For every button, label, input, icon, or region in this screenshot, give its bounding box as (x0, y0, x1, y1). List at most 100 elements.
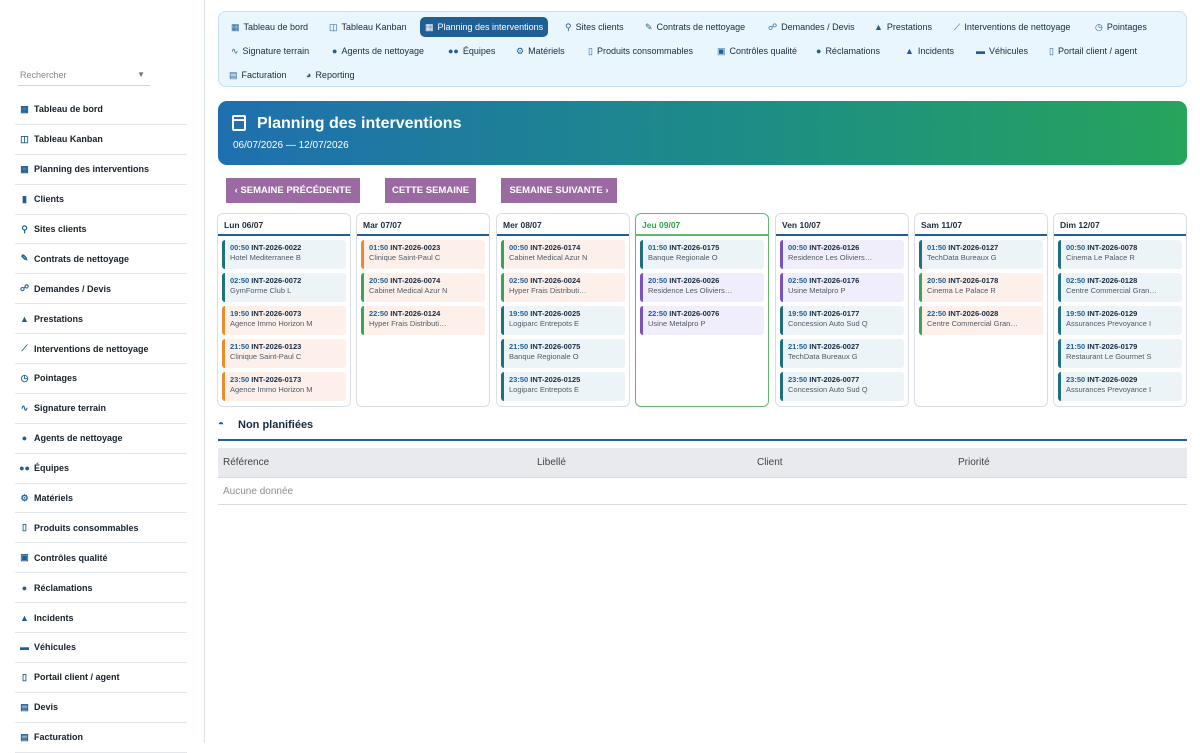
nav-item-label: Pointages (1106, 22, 1147, 32)
nav-item[interactable]: ▬ Véhicules (971, 41, 1033, 61)
sidebar-item[interactable]: ∿ Signature terrain (15, 394, 187, 424)
sidebar-item[interactable]: ▣ Contrôles qualité (15, 543, 187, 574)
card-line-main: 02:50 INT-2026-0072 (230, 276, 341, 286)
intervention-time: 02:50 (788, 276, 808, 285)
nav-item[interactable]: ⚲ Sites clients (560, 17, 629, 37)
intervention-card[interactable]: 21:50 INT-2026-0075 Banque Regionale O (501, 339, 625, 368)
sidebar-item[interactable]: ● Réclamations (15, 573, 187, 604)
nav-item[interactable]: ◫ Tableau Kanban (324, 17, 412, 37)
intervention-card[interactable]: 22:50 INT-2026-0028 Centre Commercial Gra… (919, 306, 1043, 335)
intervention-card[interactable]: 22:50 INT-2026-0124 Hyper Frais Distribut… (361, 306, 485, 335)
intervention-card[interactable]: 20:50 INT-2026-0074 Cabinet Medical Azur … (361, 273, 485, 302)
intervention-time: 00:50 (1066, 243, 1086, 252)
intervention-card[interactable]: 19:50 INT-2026-0025 Logiparc Entrepots E (501, 306, 625, 335)
intervention-card[interactable]: 00:50 INT-2026-0078 Cinema Le Palace R (1058, 240, 1182, 269)
intervention-card[interactable]: 01:50 INT-2026-0023 Clinique Saint-Paul C (361, 240, 485, 269)
sidebar-item[interactable]: ▤ Facturation (15, 723, 187, 753)
column-header-priority[interactable]: Priorité (958, 457, 990, 468)
intervention-card[interactable]: 00:50 INT-2026-0126 Residence Les Olivier… (780, 240, 904, 269)
next-week-button[interactable]: SEMAINE SUIVANTE › (501, 178, 617, 203)
intervention-card[interactable]: 02:50 INT-2026-0072 GymForme Club L (222, 273, 346, 302)
nav-item[interactable]: ▦ Tableau de bord (226, 17, 313, 37)
intervention-card[interactable]: 21:50 INT-2026-0123 Clinique Saint-Paul C (222, 339, 346, 368)
search-select[interactable]: Rechercher ▼ (18, 66, 150, 86)
sidebar-item[interactable]: ▬ Véhicules (15, 633, 187, 663)
intervention-time: 21:50 (788, 342, 808, 351)
nav-item[interactable]: ▲ Prestations (869, 17, 937, 37)
intervention-card[interactable]: 19:50 INT-2026-0129 Assurances Prevoyance… (1058, 306, 1182, 335)
spray-icon: ▯ (22, 522, 27, 533)
nav-item[interactable]: ▯ Portail client / agent (1044, 41, 1142, 61)
nav-item[interactable]: ☍ Demandes / Devis (763, 17, 860, 37)
nav-item[interactable]: ▲ Incidents (900, 41, 959, 61)
intervention-card[interactable]: 23:50 INT-2026-0077 Concession Auto Sud Q (780, 372, 904, 401)
intervention-time: 20:50 (369, 276, 389, 285)
current-week-button[interactable]: CETTE SEMAINE (385, 178, 476, 203)
intervention-card[interactable]: 20:50 INT-2026-0178 Cinema Le Palace R (919, 273, 1043, 302)
sidebar-item[interactable]: ◫ Tableau Kanban (15, 125, 187, 155)
intervention-reference: INT-2026-0072 (251, 276, 302, 285)
nav-item[interactable]: ● Agents de nettoyage (327, 41, 429, 61)
sidebar-item[interactable]: ●● Équipes (15, 454, 187, 484)
sidebar-item-label: Pointages (34, 373, 78, 384)
intervention-card[interactable]: 00:50 INT-2026-0022 Hotel Mediterranee B (222, 240, 346, 269)
sidebar-item[interactable]: ⚙ Matériels (15, 484, 187, 514)
intervention-card[interactable]: 23:50 INT-2026-0029 Assurances Prevoyance… (1058, 372, 1182, 401)
intervention-card[interactable]: 20:50 INT-2026-0026 Residence Les Olivier… (640, 273, 764, 302)
intervention-card[interactable]: 01:50 INT-2026-0127 TechData Bureaux G (919, 240, 1043, 269)
nav-item[interactable]: ⟋ Interventions de nettoyage (949, 17, 1075, 37)
intervention-card[interactable]: 23:50 INT-2026-0173 Agence Immo Horizon M (222, 372, 346, 401)
intervention-time: 00:50 (230, 243, 250, 252)
nav-item[interactable]: ⚙ Matériels (511, 41, 570, 61)
sidebar-item[interactable]: ▲ Prestations (15, 304, 187, 335)
column-header-client[interactable]: Client (757, 457, 783, 468)
sidebar-item[interactable]: ▯ Portail client / agent (15, 663, 187, 693)
nav-item[interactable]: ●● Équipes (443, 41, 500, 61)
nav-item[interactable]: ✎ Contrats de nettoyage (640, 17, 750, 37)
nav-item[interactable]: ● Réclamations (811, 41, 885, 61)
nav-item[interactable]: ◷ Pointages (1090, 17, 1152, 37)
nav-item[interactable]: ▦ Planning des interventions (420, 17, 549, 37)
card-line-main: 23:50 INT-2026-0077 (788, 375, 899, 385)
sidebar-item[interactable]: ▦ Tableau de bord (15, 95, 187, 125)
sidebar-item[interactable]: ▤ Devis (15, 693, 187, 723)
sidebar-item[interactable]: ▯ Produits consommables (15, 513, 187, 544)
previous-week-button[interactable]: ‹ SEMAINE PRÉCÉDENTE (226, 178, 360, 203)
intervention-card[interactable]: 22:50 INT-2026-0076 Usine Metalpro P (640, 306, 764, 335)
sidebar-item[interactable]: ◷ Pointages (15, 364, 187, 394)
sidebar-item[interactable]: ☍ Demandes / Devis (15, 274, 187, 305)
sidebar-item[interactable]: ⚲ Sites clients (15, 215, 187, 245)
column-header-label[interactable]: Libellé (537, 457, 566, 468)
intervention-time: 01:50 (927, 243, 947, 252)
intervention-card[interactable]: 23:50 INT-2026-0125 Logiparc Entrepots E (501, 372, 625, 401)
sidebar-item[interactable]: ▮ Clients (15, 185, 187, 215)
intervention-card[interactable]: 21:50 INT-2026-0027 TechData Bureaux G (780, 339, 904, 368)
day-header: Mar 07/07 (357, 214, 489, 236)
sidebar-item[interactable]: ⟋ Interventions de nettoyage (15, 334, 187, 365)
nav-item[interactable]: ∿ Signature terrain (226, 41, 314, 61)
intervention-card[interactable]: 00:50 INT-2026-0174 Cabinet Medical Azur … (501, 240, 625, 269)
intervention-card[interactable]: 02:50 INT-2026-0128 Centre Commercial Gra… (1058, 273, 1182, 302)
nav-item[interactable]: ▯ Produits consommables (583, 41, 698, 61)
sidebar-item-label: Tableau Kanban (34, 134, 103, 145)
intervention-time: 20:50 (927, 276, 947, 285)
card-line-main: 21:50 INT-2026-0123 (230, 342, 341, 352)
intervention-client: Logiparc Entrepots E (509, 319, 580, 328)
column-header-reference[interactable]: Référence (223, 457, 269, 468)
sidebar-item[interactable]: ▲ Incidents (15, 603, 187, 634)
sidebar-item[interactable]: ● Agents de nettoyage (15, 424, 187, 454)
nav-item[interactable]: ◕ Reporting (301, 65, 359, 85)
nav-item[interactable]: ▤ Facturation (224, 65, 292, 85)
intervention-card[interactable]: 19:50 INT-2026-0177 Concession Auto Sud Q (780, 306, 904, 335)
intervention-card[interactable]: 02:50 INT-2026-0176 Usine Metalpro P (780, 273, 904, 302)
intervention-card[interactable]: 01:50 INT-2026-0175 Banque Regionale O (640, 240, 764, 269)
date-range: 06/07/2026 — 12/07/2026 (233, 140, 349, 151)
intervention-card[interactable]: 19:50 INT-2026-0073 Agence Immo Horizon M (222, 306, 346, 335)
nav-item[interactable]: ▣ Contrôles qualité (712, 41, 802, 61)
sidebar-item[interactable]: ▦ Planning des interventions (15, 155, 187, 185)
intervention-card[interactable]: 02:50 INT-2026-0024 Hyper Frais Distribut… (501, 273, 625, 302)
sidebar-item[interactable]: ✎ Contrats de nettoyage (15, 244, 187, 275)
day-column: Mer 08/07 00:50 INT-2026-0174 Cabinet Medi… (496, 213, 630, 407)
intervention-client: Centre Commercial Gran… (927, 319, 1018, 328)
intervention-card[interactable]: 21:50 INT-2026-0179 Restaurant Le Gourmet… (1058, 339, 1182, 368)
